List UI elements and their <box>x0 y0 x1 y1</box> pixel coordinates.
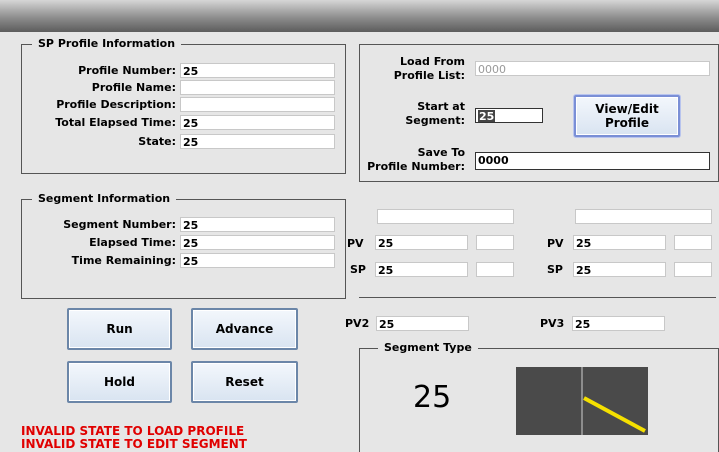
profile-name-label: Profile Name: <box>91 81 176 94</box>
title-bar <box>0 0 719 32</box>
start-segment-value: 25 <box>478 110 496 123</box>
start-segment-field[interactable]: 25 <box>475 108 543 123</box>
loop2-sp-field: 25 <box>573 262 666 277</box>
sp-profile-title: SP Profile Information <box>32 36 182 52</box>
pv2-field: 25 <box>376 316 469 331</box>
pv3-field: 25 <box>572 316 665 331</box>
pv2-label: PV2 <box>345 317 370 330</box>
profile-number-field[interactable]: 25 <box>180 63 335 78</box>
profile-number-label: Profile Number: <box>78 64 176 77</box>
segment-info-title: Segment Information <box>32 191 177 207</box>
loop2-header-field <box>575 209 712 224</box>
elapsed-time-field: 25 <box>180 235 335 250</box>
view-edit-label-line1: View/Edit <box>595 102 659 116</box>
save-to-label-line1: Save To <box>417 146 465 159</box>
state-field: 25 <box>180 134 335 149</box>
segment-number-field: 25 <box>180 217 335 232</box>
loop2-pv-label: PV <box>547 237 564 250</box>
loop1-pv-label: PV <box>347 237 364 250</box>
load-profile-list-field[interactable]: 0000 <box>475 61 710 76</box>
hold-button[interactable]: Hold <box>67 361 172 403</box>
loop2-sp-label: SP <box>547 263 563 276</box>
start-at-label-line1: Start at <box>417 100 465 113</box>
advance-button[interactable]: Advance <box>191 308 298 350</box>
segment-type-title: Segment Type <box>378 340 478 356</box>
warning-edit-segment: INVALID STATE TO EDIT SEGMENT <box>21 437 247 451</box>
profile-description-field[interactable] <box>180 97 335 112</box>
save-to-label-line2: Profile Number: <box>367 160 465 173</box>
loop2-pv-field: 25 <box>573 235 666 250</box>
loop2-sp-extra-field <box>674 262 712 277</box>
total-elapsed-label: Total Elapsed Time: <box>55 116 176 129</box>
profile-name-field[interactable] <box>180 80 335 95</box>
loop2-pv-extra-field <box>674 235 712 250</box>
loop1-pv-field: 25 <box>375 235 468 250</box>
load-from-label: Load From Profile List: <box>380 55 465 83</box>
reset-button[interactable]: Reset <box>191 361 298 403</box>
loop1-sp-extra-field <box>476 262 514 277</box>
loop1-pv-extra-field <box>476 235 514 250</box>
ramp-down-graph-icon <box>516 367 648 435</box>
run-button[interactable]: Run <box>67 308 172 350</box>
segment-type-value: 25 <box>413 380 452 415</box>
separator-line <box>359 297 716 298</box>
view-edit-label-line2: Profile <box>604 116 650 130</box>
view-edit-profile-button[interactable]: View/Edit Profile <box>574 95 680 137</box>
elapsed-time-label: Elapsed Time: <box>89 236 176 249</box>
state-label: State: <box>138 135 176 148</box>
save-profile-number-field[interactable]: 0000 <box>475 152 710 170</box>
profile-description-label: Profile Description: <box>56 98 176 111</box>
load-from-label-line2: Profile List: <box>393 69 465 82</box>
save-to-label: Save To Profile Number: <box>360 146 465 174</box>
time-remaining-label: Time Remaining: <box>71 254 176 267</box>
loop1-header-field <box>377 209 514 224</box>
start-at-label-line2: Segment: <box>405 114 465 127</box>
loop1-sp-field: 25 <box>375 262 468 277</box>
start-at-label: Start at Segment: <box>380 100 465 128</box>
time-remaining-field: 25 <box>180 253 335 268</box>
pv3-label: PV3 <box>540 317 565 330</box>
loop1-sp-label: SP <box>350 263 366 276</box>
segment-number-label: Segment Number: <box>63 218 176 231</box>
total-elapsed-field: 25 <box>180 115 335 130</box>
load-from-label-line1: Load From <box>400 55 465 68</box>
